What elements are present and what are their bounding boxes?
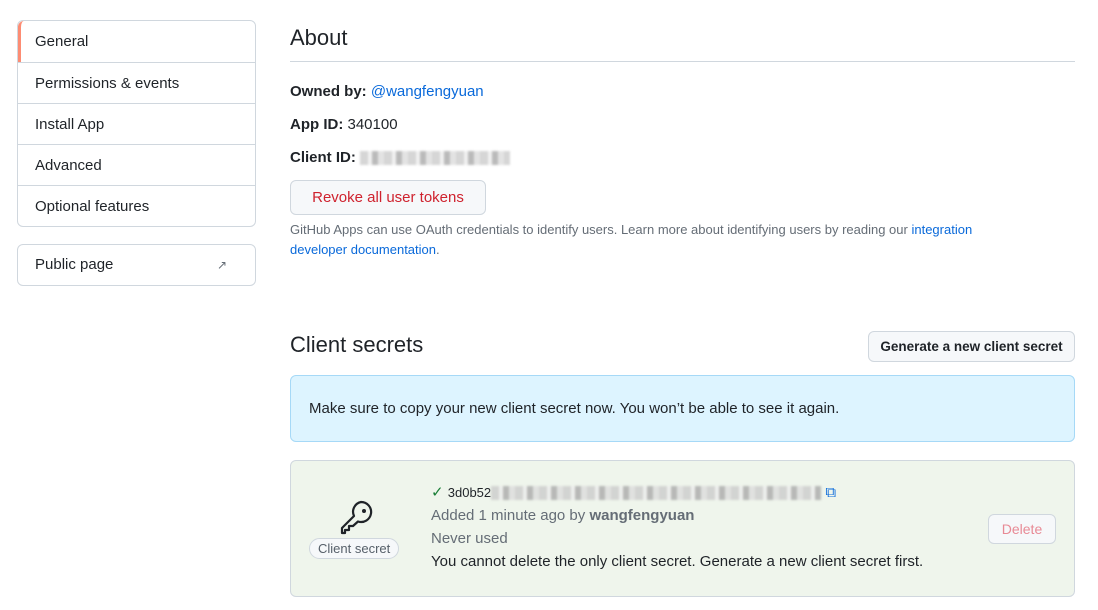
owned-by-label: Owned by: [290,83,367,100]
about-heading: About [290,25,348,50]
client-id-label: Client ID: [290,149,356,166]
app-id-value: 340100 [347,116,398,133]
check-icon: ✓ [431,484,444,501]
external-link-icon: ↗ [216,258,227,272]
copy-secret-flash: Make sure to copy your new client secret… [290,375,1075,442]
app-id-label: App ID: [290,116,344,133]
secret-redacted [491,486,822,501]
oauth-note-text: GitHub Apps can use OAuth credentials to… [290,222,912,237]
key-icon [340,500,373,535]
settings-nav: General Permissions & events Install App… [17,20,256,227]
sidebar-item-permissions[interactable]: Permissions & events [18,62,255,103]
delete-warning: You cannot delete the only client secret… [431,553,924,570]
client-secrets-heading: Client secrets [290,332,424,357]
client-secret-card: Client secret ✓ 3d0b52 ⧉ Added 1 minute … [290,460,1075,597]
sidebar-item-optional-features[interactable]: Optional features [18,185,255,226]
copy-icon[interactable]: ⧉ [825,484,836,501]
public-page-label: Public page [35,256,114,273]
revoke-tokens-button[interactable]: Revoke all user tokens [290,180,486,215]
usage-text: Never used [431,530,508,547]
public-page-link[interactable]: Public page ↗ [17,244,256,286]
delete-secret-button[interactable]: Delete [988,514,1056,544]
added-by: wangfengyuan [589,507,695,524]
sidebar-item-advanced[interactable]: Advanced [18,144,255,185]
added-text: Added 1 minute ago by [431,507,590,524]
sidebar-item-general[interactable]: General [18,21,255,62]
secret-prefix: 3d0b52 [447,485,492,500]
client-id-redacted [360,151,511,166]
owner-link[interactable]: @wangfengyuan [371,83,484,100]
generate-secret-button[interactable]: Generate a new client secret [868,331,1075,362]
divider [290,61,1075,62]
note-end: . [436,242,440,257]
client-secret-badge: Client secret [309,538,400,559]
oauth-note: GitHub Apps can use OAuth credentials to… [290,220,1030,260]
sidebar-item-install-app[interactable]: Install App [18,103,255,144]
